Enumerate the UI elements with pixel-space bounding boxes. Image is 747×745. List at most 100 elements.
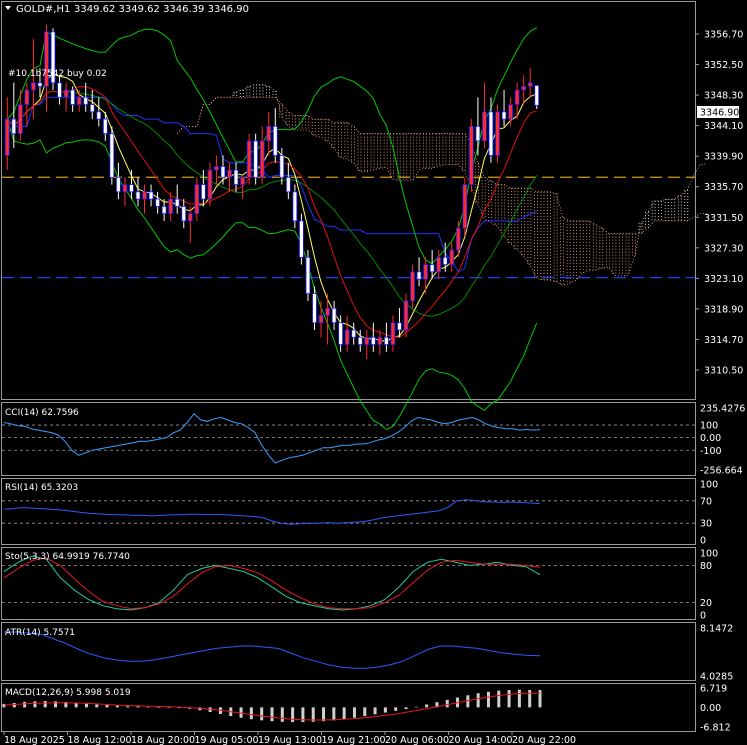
price-tick-label: 3339.90 [704,152,743,163]
rsi-tick-label: 30 [700,519,712,530]
candle-body [449,249,455,265]
candle-body [534,85,540,106]
macd-histogram-bar [33,701,37,708]
macd-histogram-bar [54,701,58,708]
macd-histogram-bar [383,707,387,713]
candle-body [344,329,350,345]
candle-body [17,104,23,135]
candle-body [292,191,298,222]
time-tick-label: 20 Aug 22:00 [512,735,576,745]
time-tick-label: 20 Aug 14:00 [449,735,513,745]
candle-body [240,176,245,185]
candle-body [148,191,154,200]
candle-body [338,322,343,345]
atr-tick-label: 8.1472 [700,624,733,635]
macd-histogram-bar [280,707,284,722]
candle-body [416,271,422,280]
candle-body [482,111,487,142]
candle-body [501,111,507,120]
candle-body [370,336,376,345]
macd-histogram-bar [270,707,274,722]
time-tick-label: 20 Aug 06:00 [385,735,449,745]
macd-histogram-bar [404,707,408,710]
candle-body [253,140,259,178]
time-tick-label: 18 Aug 2025 [4,735,65,745]
price-tick-label: 3310.50 [704,366,743,377]
candle-body [63,89,69,98]
time-tick-label: 19 Aug 21:00 [322,735,386,745]
price-tick-label: 3318.90 [704,304,743,315]
macd-histogram-bar [167,707,171,708]
macd-histogram-bar [342,707,346,720]
rsi-tick-label: 70 [700,496,712,507]
candle-body [279,155,285,178]
candle-body [384,336,389,345]
macd-histogram-bar [115,705,119,708]
candle-body [390,322,396,345]
candle-body [514,89,520,105]
candle-body [57,82,62,98]
candle-body [285,176,291,193]
symbol-label: GOLD#,H1 [16,4,70,15]
candle-body [325,307,330,316]
macd-histogram-bar [476,693,480,708]
macd-histogram-bar [249,707,253,720]
price-tick-label: 3352.50 [704,60,743,71]
macd-histogram-bar [95,704,99,708]
macd-tick-label: 6.719 [700,684,727,695]
macd-label: MACD(12,26,9) 5.998 5.019 [5,688,131,698]
ohlc-label: 3349.62 3349.62 3346.39 3346.90 [74,4,249,15]
candle-body [475,125,481,142]
macd-histogram-bar [84,703,88,708]
price-tick-label: 3335.70 [704,182,743,193]
rsi-tick-label: 0 [700,536,706,547]
candle-body [469,125,474,185]
atr-label: ATR(14) 5.7571 [5,628,75,638]
candle-body [201,184,206,200]
cci-tick-label: 0.00 [700,433,721,444]
candle-body [357,336,363,345]
candle-body [155,198,160,207]
macd-histogram-bar [517,689,521,708]
macd-histogram-bar [352,707,356,718]
cci-tick-label: 235.4276 [700,404,745,415]
candle-body [83,96,89,105]
macd-histogram-bar [373,707,377,715]
macd-histogram-bar [332,707,336,721]
time-tick-label: 18 Aug 12:00 [68,735,132,745]
trading-chart[interactable]: 235.42761000.00-100-256.6641007030010080… [0,0,747,745]
macd-histogram-bar [425,704,429,708]
macd-histogram-bar [414,706,418,708]
candle-body [272,125,278,156]
candle-body [455,227,461,251]
price-tick-label: 3344.10 [704,121,743,132]
macd-histogram-bar [23,701,27,708]
candle-body [31,82,36,91]
candle-body [181,205,187,222]
candle-body [102,118,108,135]
candle-body [37,82,43,87]
candle-body [318,315,324,324]
candle-body [233,169,239,185]
candle-body [187,213,193,222]
time-tick-label: 19 Aug 05:00 [195,735,259,745]
candle-body [96,111,102,120]
price-tick-label: 3327.30 [704,243,743,254]
candle-body [11,118,17,135]
candle-body [423,264,428,280]
stochastic-label: Sto(5,3,3) 64.9919 76.7740 [5,552,130,562]
candle-body [4,118,10,156]
time-tick-label: 19 Aug 13:00 [258,735,322,745]
cci-tick-label: -100 [700,446,722,457]
macd-histogram-bar [322,707,326,722]
macd-histogram-bar [12,703,16,708]
candle-body [168,198,174,215]
macd-histogram-bar [157,707,161,708]
candle-body [377,336,383,345]
candle-body [89,104,95,113]
price-tick-label: 3314.70 [704,335,743,346]
order-line-label: #10.1b7542 buy 0.02 [8,69,107,79]
macd-tick-label: -6.812 [700,723,731,734]
macd-histogram-bar [394,707,398,711]
atr-tick-label: 4.0285 [700,672,733,683]
